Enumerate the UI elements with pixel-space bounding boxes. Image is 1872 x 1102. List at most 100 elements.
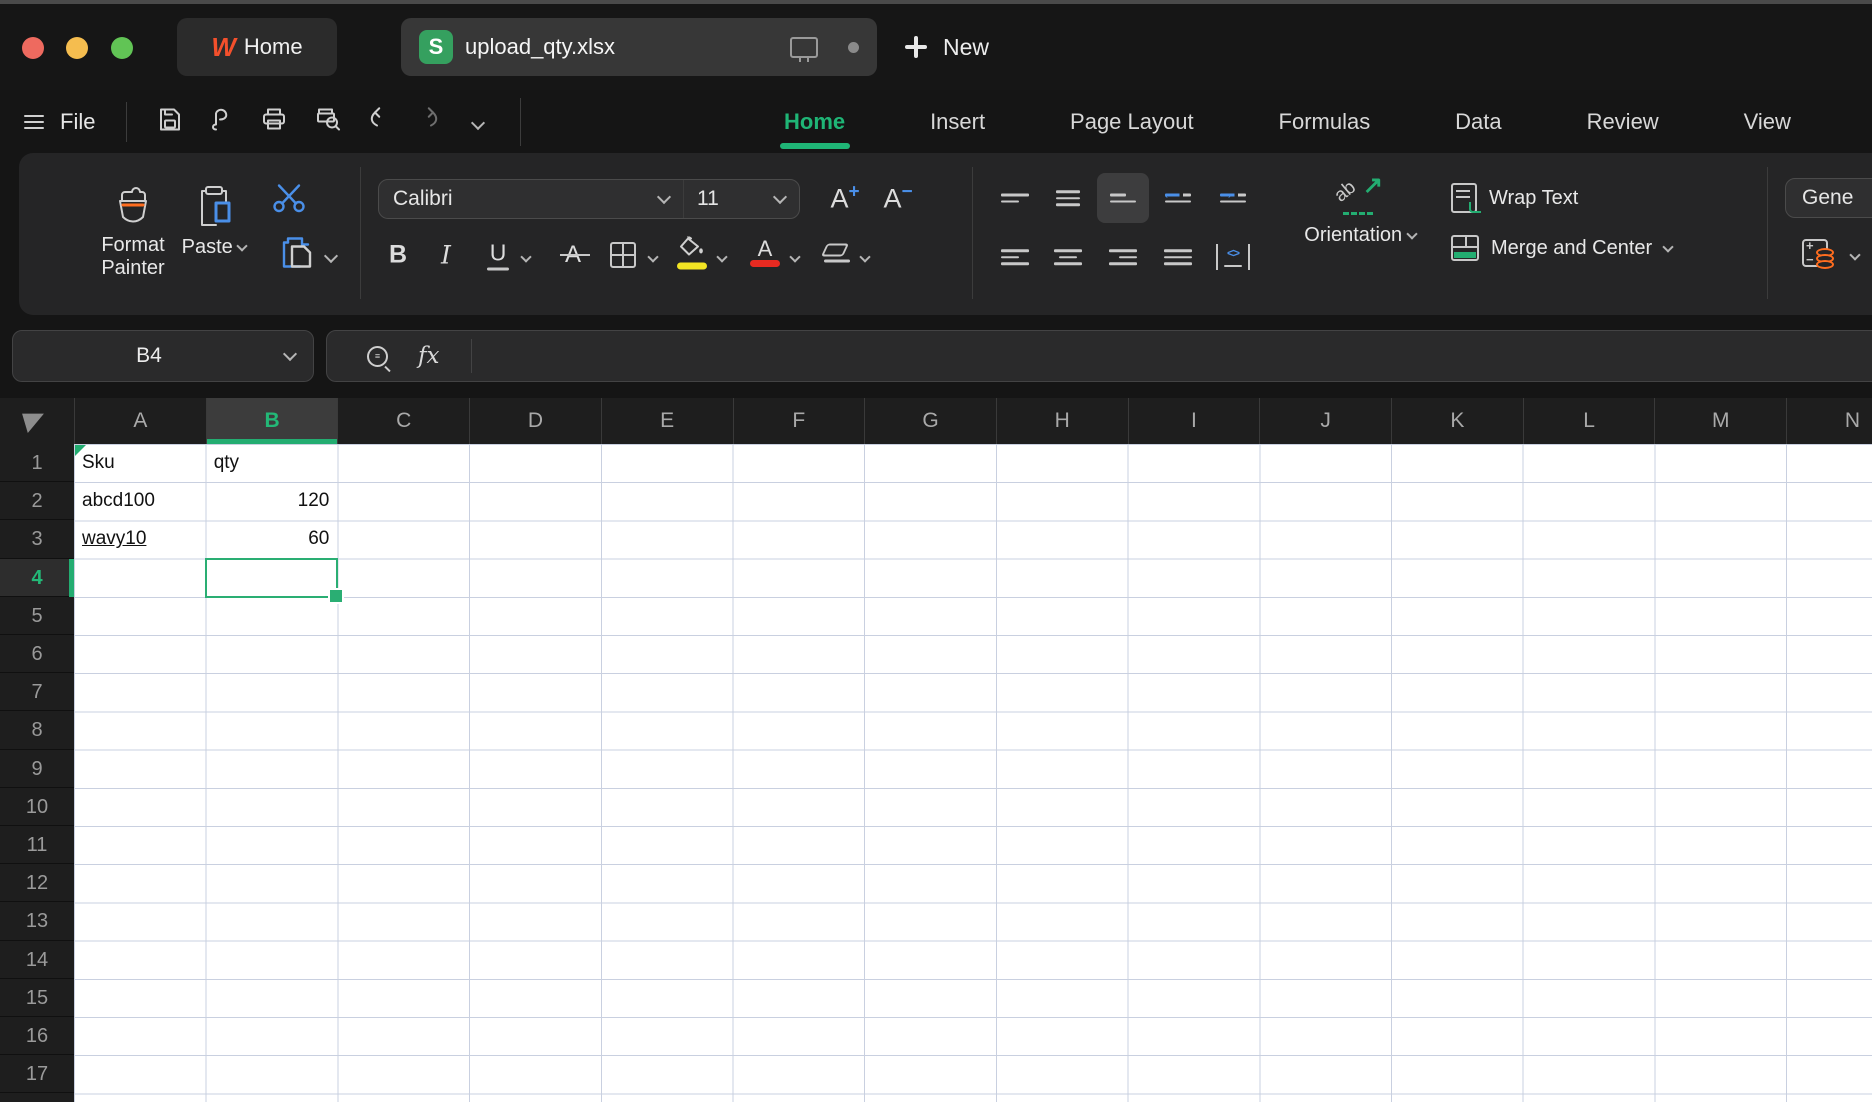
cell-A3[interactable]: wavy10 bbox=[74, 520, 206, 558]
ribbon-tab-home[interactable]: Home bbox=[782, 105, 847, 139]
italic-button[interactable]: I bbox=[441, 241, 451, 270]
column-header-C[interactable]: C bbox=[337, 398, 469, 444]
font-color-button[interactable]: A bbox=[750, 238, 780, 267]
ribbon-tab-view[interactable]: View bbox=[1742, 105, 1793, 139]
cell-A2[interactable]: abcd100 bbox=[74, 482, 206, 520]
home-tab[interactable]: W Home bbox=[177, 18, 337, 76]
align-middle-button[interactable] bbox=[1056, 190, 1080, 206]
row-header-3[interactable]: 3 bbox=[0, 520, 74, 559]
minimize-button[interactable] bbox=[66, 37, 89, 59]
ribbon-tab-formulas[interactable]: Formulas bbox=[1277, 105, 1373, 139]
ribbon-tab-insert[interactable]: Insert bbox=[928, 105, 987, 139]
increase-indent-button[interactable]: → bbox=[1219, 186, 1246, 203]
row-header-10[interactable]: 10 bbox=[0, 788, 74, 826]
ribbon-tab-data[interactable]: Data bbox=[1453, 105, 1503, 139]
row-header-5[interactable]: 5 bbox=[0, 597, 74, 635]
accounting-format-button[interactable]: + − bbox=[1802, 238, 1834, 269]
font-name-select[interactable]: Calibri bbox=[379, 180, 683, 218]
column-header-J[interactable]: J bbox=[1259, 398, 1391, 444]
file-menu[interactable]: File bbox=[24, 90, 95, 153]
distributed-button[interactable]: <> bbox=[1216, 244, 1250, 270]
column-header-K[interactable]: K bbox=[1391, 398, 1523, 444]
close-button[interactable] bbox=[22, 37, 44, 59]
bold-button[interactable]: B bbox=[389, 241, 407, 270]
column-header-D[interactable]: D bbox=[469, 398, 601, 444]
undo-button[interactable] bbox=[367, 107, 393, 138]
align-bottom-button-selected[interactable] bbox=[1097, 173, 1149, 223]
cell-B2[interactable]: 120 bbox=[206, 482, 338, 520]
ribbon-tab-review[interactable]: Review bbox=[1585, 105, 1661, 139]
paste-button[interactable]: Paste bbox=[169, 183, 259, 259]
row-header-4[interactable]: 4 bbox=[0, 558, 74, 597]
row-header-9[interactable]: 9 bbox=[0, 750, 74, 788]
cut-button[interactable] bbox=[272, 184, 306, 219]
column-header-L[interactable]: L bbox=[1522, 398, 1655, 444]
accounting-chevron-icon[interactable] bbox=[1849, 246, 1861, 264]
name-box-search-icon[interactable]: ≡ bbox=[367, 345, 388, 367]
document-tab[interactable]: S upload_qty.xlsx bbox=[401, 18, 877, 76]
row-header-7[interactable]: 7 bbox=[0, 673, 74, 712]
column-header-E[interactable]: E bbox=[600, 398, 733, 444]
column-header-A[interactable]: A bbox=[74, 398, 206, 444]
column-header-F[interactable]: F bbox=[732, 398, 865, 444]
justify-button[interactable] bbox=[1164, 249, 1192, 265]
export-pdf-button[interactable] bbox=[206, 106, 234, 139]
row-header-16[interactable]: 16 bbox=[0, 1017, 74, 1056]
print-preview-button[interactable] bbox=[314, 106, 342, 139]
row-header-1[interactable]: 1 bbox=[0, 444, 74, 483]
eraser-button[interactable] bbox=[820, 243, 850, 263]
font-color-chevron-icon[interactable] bbox=[789, 248, 801, 266]
column-header-H[interactable]: H bbox=[995, 398, 1128, 444]
wrap-text-button[interactable]: Wrap Text bbox=[1451, 183, 1578, 213]
row-header-13[interactable]: 13 bbox=[0, 902, 74, 941]
borders-button[interactable] bbox=[610, 242, 636, 268]
name-box[interactable]: B4 bbox=[12, 330, 314, 382]
eraser-chevron-icon[interactable] bbox=[859, 248, 871, 266]
row-header-6[interactable]: 6 bbox=[0, 635, 74, 674]
row-header-2[interactable]: 2 bbox=[0, 482, 74, 521]
orientation-button[interactable]: ab ↗ Orientation bbox=[1280, 172, 1440, 247]
decrease-indent-button[interactable]: ← bbox=[1162, 186, 1191, 203]
row-header-18[interactable]: 18 bbox=[0, 1093, 74, 1102]
row-header-12[interactable]: 12 bbox=[0, 864, 74, 903]
new-tab-button[interactable]: New bbox=[905, 18, 989, 76]
fill-color-chevron-icon[interactable] bbox=[716, 248, 728, 266]
number-format-select[interactable]: Gene bbox=[1785, 178, 1872, 218]
more-commands-button[interactable] bbox=[470, 115, 486, 133]
formula-bar[interactable]: ≡ fx bbox=[326, 330, 1872, 382]
cell-B3[interactable]: 60 bbox=[206, 520, 338, 558]
cells-area[interactable]: Sku qty abcd100 120 wavy10 60 bbox=[74, 444, 1872, 1102]
zoom-button[interactable] bbox=[110, 37, 133, 59]
copy-button[interactable] bbox=[280, 235, 314, 276]
ribbon-tab-page-layout[interactable]: Page Layout bbox=[1068, 105, 1196, 139]
save-button[interactable] bbox=[156, 106, 184, 139]
row-header-8[interactable]: 8 bbox=[0, 711, 74, 750]
font-size-select[interactable]: 11 bbox=[683, 180, 799, 218]
column-header-G[interactable]: G bbox=[864, 398, 996, 444]
print-button[interactable] bbox=[260, 106, 288, 139]
cell-B1[interactable]: qty bbox=[206, 444, 338, 482]
decrease-font-button[interactable]: A− bbox=[883, 182, 912, 215]
align-top-button[interactable] bbox=[1001, 193, 1029, 203]
column-header-M[interactable]: M bbox=[1654, 398, 1786, 444]
row-header-11[interactable]: 11 bbox=[0, 826, 74, 865]
borders-chevron-icon[interactable] bbox=[647, 248, 659, 266]
strikethrough-button[interactable]: A bbox=[559, 241, 590, 269]
insert-function-button[interactable]: fx bbox=[418, 343, 439, 369]
column-header-I[interactable]: I bbox=[1127, 398, 1260, 444]
underline-button[interactable]: U bbox=[487, 240, 509, 271]
align-right-button[interactable] bbox=[1109, 249, 1137, 265]
monitor-icon[interactable] bbox=[790, 36, 818, 62]
underline-chevron-icon[interactable] bbox=[520, 248, 532, 266]
row-header-15[interactable]: 15 bbox=[0, 979, 74, 1017]
cell-A1[interactable]: Sku bbox=[74, 444, 206, 482]
increase-font-button[interactable]: A+ bbox=[830, 182, 859, 215]
align-center-button[interactable] bbox=[1054, 249, 1082, 265]
fill-color-button[interactable] bbox=[677, 235, 707, 270]
redo-button[interactable] bbox=[415, 107, 441, 138]
merge-center-button[interactable]: Merge and Center bbox=[1451, 235, 1674, 261]
align-left-button[interactable] bbox=[1001, 249, 1029, 265]
column-header-N[interactable]: N bbox=[1786, 398, 1872, 444]
fill-handle[interactable] bbox=[328, 587, 345, 604]
format-painter-button[interactable]: Format Painter bbox=[93, 183, 173, 280]
